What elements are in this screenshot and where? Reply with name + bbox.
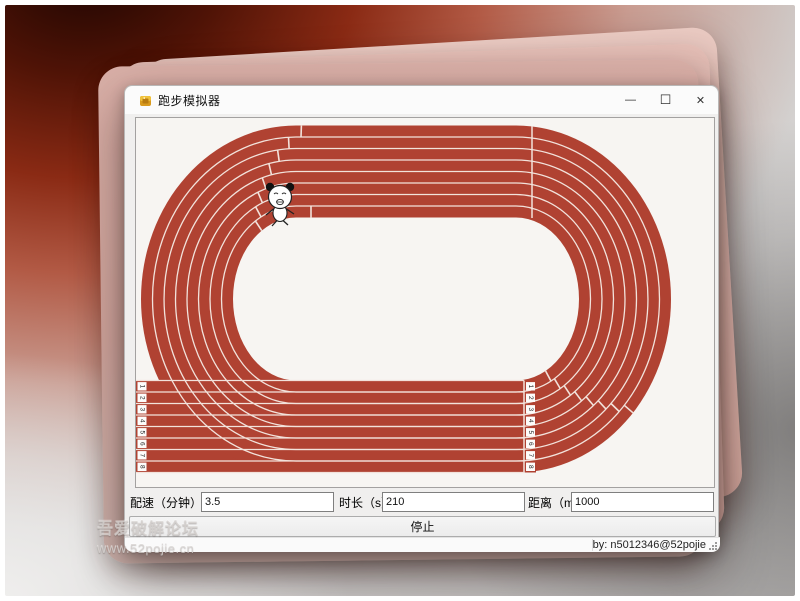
lane-number: 5 <box>527 430 534 434</box>
lane-number: 2 <box>527 396 534 400</box>
close-icon[interactable]: ✕ <box>683 86 718 114</box>
pace-label: 配速（分钟）: <box>130 494 205 511</box>
app-icon <box>139 94 152 107</box>
window-controls: — ☐ ✕ <box>613 86 718 114</box>
resize-grip-icon[interactable] <box>707 540 718 551</box>
credit-text: by: n5012346@52pojie <box>593 539 706 551</box>
lane-number: 1 <box>527 384 534 388</box>
gradient-background: 跑步模拟器 — ☐ ✕ 1 2 3 4 5 6 7 8 1 2 3 4 5 6 7 8 配速（分钟）: <box>5 5 795 596</box>
app-window: 跑步模拟器 — ☐ ✕ 1 2 3 4 5 6 7 8 1 2 3 4 5 6 7 8 配速（分钟）: <box>124 85 719 551</box>
lane-number: 4 <box>139 419 146 423</box>
lane-number: 5 <box>139 430 146 434</box>
track-canvas: 1 2 3 4 5 6 7 8 1 2 3 4 5 6 7 8 <box>135 117 715 488</box>
stop-button[interactable]: 停止 <box>129 516 716 537</box>
lane-number: 3 <box>527 407 534 411</box>
lane-number: 1 <box>139 384 146 388</box>
duration-input[interactable] <box>382 492 525 512</box>
lane-number: 4 <box>527 419 534 423</box>
settings-row: 配速（分钟）: 时长（s）: 距离（m）: <box>125 492 720 512</box>
title-bar[interactable]: 跑步模拟器 — ☐ ✕ <box>125 86 718 114</box>
stagger-mark <box>289 137 290 149</box>
lane-number: 6 <box>139 442 146 446</box>
pace-input[interactable] <box>201 492 334 512</box>
lane-number: 3 <box>139 407 146 411</box>
lane-number: 2 <box>139 396 146 400</box>
lane-number: 7 <box>527 453 534 457</box>
running-track: 1 2 3 4 5 6 7 8 1 2 3 4 5 6 7 8 <box>136 118 714 487</box>
window-title: 跑步模拟器 <box>158 92 221 109</box>
lane-number: 8 <box>527 465 534 469</box>
status-bar: by: n5012346@52pojie <box>125 537 720 552</box>
lane-number: 8 <box>139 465 146 469</box>
lane-number: 7 <box>139 453 146 457</box>
infield <box>233 218 579 381</box>
minimize-icon[interactable]: — <box>613 86 648 114</box>
maximize-icon[interactable]: ☐ <box>648 86 683 114</box>
lane-number: 6 <box>527 442 534 446</box>
distance-input[interactable] <box>571 492 714 512</box>
screenshot-stage: 跑步模拟器 — ☐ ✕ 1 2 3 4 5 6 7 8 1 2 3 4 5 6 7 8 配速（分钟）: <box>0 0 800 601</box>
